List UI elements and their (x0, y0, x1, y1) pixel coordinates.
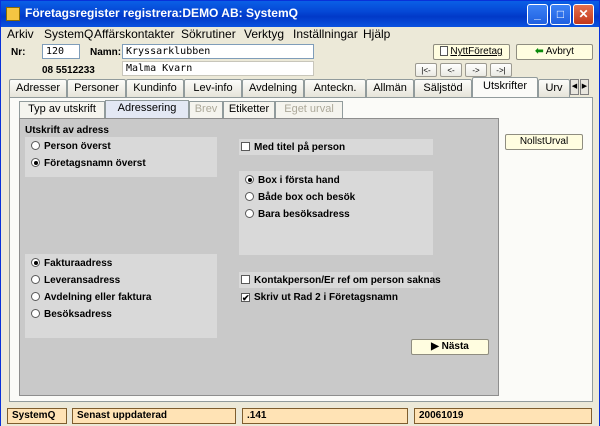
subtab-eget-urval: Eget urval (275, 101, 343, 118)
new-company-label: NyttFöretag (450, 46, 503, 57)
radio-leveransadress[interactable]: Leveransadress (31, 275, 120, 286)
nr-field[interactable]: 120 (42, 44, 80, 59)
tab-urv[interactable]: Urv (538, 79, 570, 97)
radio-dot (31, 258, 40, 267)
subtab-brev: Brev (189, 101, 223, 118)
radio-label: Företagsnamn överst (44, 158, 146, 169)
tab-saljstod[interactable]: Säljstöd (414, 79, 472, 97)
radio-fakturaadress[interactable]: Fakturaadress (31, 258, 112, 269)
tab-personer[interactable]: Personer (67, 79, 126, 97)
next-button[interactable]: ▶ Nästa (411, 339, 489, 355)
tab-kundinfo[interactable]: Kundinfo (126, 79, 184, 97)
radio-avdelning-faktura[interactable]: Avdelning eller faktura (31, 292, 151, 303)
tab-scroll-left-icon[interactable]: ◀ (570, 79, 579, 95)
radio-dot (31, 275, 40, 284)
tab-utskrifter[interactable]: Utskrifter (472, 77, 538, 98)
main-window: Företagsregister registrera:DEMO AB: Sys… (0, 0, 600, 426)
check-rad2[interactable]: ✔ Skriv ut Rad 2 i Företagsnamn (241, 292, 398, 303)
nav-last-button[interactable]: ->| (490, 63, 512, 77)
namn-label: Namn: (90, 47, 122, 58)
menu-affarskontakter[interactable]: Affärskontakter (94, 27, 174, 41)
app-icon (6, 7, 20, 21)
radio-dot (31, 309, 40, 318)
nollst-urval-button[interactable]: NollstUrval (505, 134, 583, 150)
radio-dot (31, 141, 40, 150)
radio-foretagsnamn-overst[interactable]: Företagsnamn överst (31, 158, 146, 169)
menu-verktyg[interactable]: Verktyg (244, 27, 284, 41)
menu-installningar[interactable]: Inställningar (293, 27, 358, 41)
nav-first-button[interactable]: |<- (415, 63, 437, 77)
name2-field[interactable]: Malma Kvarn (122, 61, 314, 76)
radio-dot (245, 209, 254, 218)
check-kontaktperson[interactable]: Kontakperson/Er ref om person saknas (241, 275, 441, 286)
radio-label: Fakturaadress (44, 258, 113, 269)
tab-allman[interactable]: Allmän (366, 79, 414, 97)
tab-lev-info[interactable]: Lev-info (184, 79, 242, 97)
status-code: .141 (242, 408, 408, 424)
nr-label: Nr: (11, 47, 26, 58)
play-icon: ▶ (431, 341, 439, 352)
radio-label: Bara besöksadress (258, 209, 350, 220)
subtab-adressering[interactable]: Adressering (105, 100, 189, 119)
name-field[interactable]: Kryssarklubben (122, 44, 314, 59)
menu-bar: Arkiv SystemQ Affärskontakter Sökrutiner… (1, 27, 599, 43)
minimize-button[interactable]: _ (527, 4, 548, 25)
nav-prev-button[interactable]: <- (440, 63, 462, 77)
check-label: Skriv ut Rad 2 i Företagsnamn (254, 292, 398, 303)
menu-sokrutiner[interactable]: Sökrutiner (181, 27, 236, 41)
radio-label: Avdelning eller faktura (44, 292, 152, 303)
cancel-button[interactable]: ⬅ Avbryt (516, 44, 593, 60)
title-bar[interactable]: Företagsregister registrera:DEMO AB: Sys… (1, 1, 599, 27)
radio-box-forsta-hand[interactable]: Box i första hand (245, 175, 340, 186)
menu-systemq[interactable]: SystemQ (44, 27, 93, 41)
check-med-titel[interactable]: Med titel på person (241, 142, 345, 153)
radio-label: Besöksadress (44, 309, 112, 320)
new-company-button[interactable]: NyttFöretag (433, 44, 510, 60)
subtab-typ-av-utskrift[interactable]: Typ av utskrift (19, 101, 105, 118)
tab-anteckn[interactable]: Anteckn. (304, 79, 366, 97)
menu-arkiv[interactable]: Arkiv (7, 27, 34, 41)
next-label: Nästa (441, 341, 469, 352)
phone-label: 08 5512233 (42, 65, 95, 76)
nav-next-button[interactable]: -> (465, 63, 487, 77)
radio-dot (31, 292, 40, 301)
radio-label: Person överst (44, 141, 111, 152)
tab-adresser[interactable]: Adresser (9, 79, 67, 97)
status-date: 20061019 (414, 408, 592, 424)
cancel-label: Avbryt (545, 46, 574, 57)
close-button[interactable]: ✕ (573, 4, 594, 25)
radio-bara-besoksadress[interactable]: Bara besöksadress (245, 209, 350, 220)
radio-label: Leveransadress (44, 275, 121, 286)
menu-hjalp[interactable]: Hjälp (363, 27, 390, 41)
tab-scroll-right-icon[interactable]: ▶ (580, 79, 589, 95)
radio-bade-box-besok[interactable]: Både box och besök (245, 192, 355, 203)
radio-dot (245, 175, 254, 184)
status-bar: SystemQ Senast uppdaterad .141 20061019 (1, 406, 599, 426)
document-icon (440, 46, 449, 56)
check-label: Med titel på person (254, 142, 346, 153)
back-arrow-icon: ⬅ (535, 46, 544, 57)
checkbox (241, 275, 250, 284)
section-title: Utskrift av adress (25, 125, 109, 136)
radio-dot (245, 192, 254, 201)
checkmark-icon: ✔ (241, 293, 250, 303)
radio-label: Box i första hand (258, 175, 340, 186)
status-app: SystemQ (7, 408, 67, 424)
checkbox (241, 142, 250, 151)
window-title: Företagsregister registrera:DEMO AB: Sys… (25, 6, 298, 20)
radio-dot (31, 158, 40, 167)
maximize-button[interactable]: □ (550, 4, 571, 25)
radio-label: Både box och besök (258, 192, 356, 203)
subtab-etiketter[interactable]: Etiketter (223, 101, 275, 118)
radio-person-overst[interactable]: Person överst (31, 141, 111, 152)
check-label: Kontakperson/Er ref om person saknas (254, 275, 441, 286)
status-updated-label: Senast uppdaterad (72, 408, 236, 424)
radio-besoksadress[interactable]: Besöksadress (31, 309, 112, 320)
tab-avdelning[interactable]: Avdelning (242, 79, 304, 97)
